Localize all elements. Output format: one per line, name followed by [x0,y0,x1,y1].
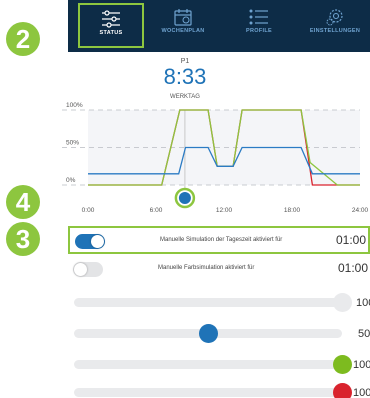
slider-1[interactable] [74,293,352,312]
x-tick-label: 24:00 [352,207,369,214]
list-icon [249,9,268,25]
slider-thumb[interactable] [199,324,218,343]
marker-badge: 2 [6,22,40,56]
day-profile-chart: 100% 50% 0% 0:00 6:00 12:00 18:00 24:00 [62,102,369,214]
color-simulation-row: Manuelle Farbsimulation aktiviert für 01… [68,256,370,284]
tab-einstellungen[interactable]: EINSTELLUNGEN [302,3,368,48]
slider-thumb[interactable] [333,383,352,398]
slider-thumb[interactable] [333,355,352,374]
color-simulation-duration[interactable]: 01:00 [338,261,368,275]
y-tick-label: 50% [66,140,79,147]
x-tick-label: 6:00 [150,207,163,214]
slider-3[interactable] [74,355,352,374]
tab-label: STATUS [99,30,123,36]
slider-value: 100 [353,387,370,398]
current-time: 8:33 [163,64,207,89]
tab-wochenplan[interactable]: WOCHENPLAN [150,3,216,48]
y-tick-label: 0% [66,177,76,184]
tab-label: EINSTELLUNGEN [309,28,361,34]
x-tick-label: 18:00 [284,207,301,214]
top-navigation: STATUS WOCHENPLAN PROFILE EINSTELLUNGEN [68,0,370,52]
time-handle [178,192,191,204]
slider-thumb[interactable] [333,293,352,312]
y-tick-label: 100% [66,102,83,109]
day-simulation-toggle[interactable] [75,234,105,249]
day-simulation-row: Manuelle Simulation der Tageszeit aktivi… [68,226,370,254]
slider-value: 50 [358,328,370,340]
slider-2[interactable] [74,324,342,343]
color-simulation-toggle[interactable] [73,262,103,277]
slider-value: 100 [356,297,370,309]
day-simulation-label: Manuelle Simulation der Tageszeit aktivi… [160,237,283,243]
color-simulation-label: Manuelle Farbsimulation aktiviert für [158,265,255,271]
day-simulation-duration[interactable]: 01:00 [336,233,366,247]
x-tick-label: 0:00 [82,207,95,214]
calendar-icon [174,9,192,26]
tab-label: PROFILE [246,28,272,34]
sliders-icon [102,10,120,28]
x-tick-label: 12:00 [216,207,233,214]
tab-label: WOCHENPLAN [161,28,205,34]
marker-badge: 4 [6,185,40,219]
slider-4[interactable] [74,383,352,398]
tab-profile[interactable]: PROFILE [226,3,292,48]
gear-icon [326,9,343,26]
marker-badge: 3 [6,222,40,256]
tab-status[interactable]: STATUS [78,3,144,48]
slider-value: 100 [353,359,370,371]
